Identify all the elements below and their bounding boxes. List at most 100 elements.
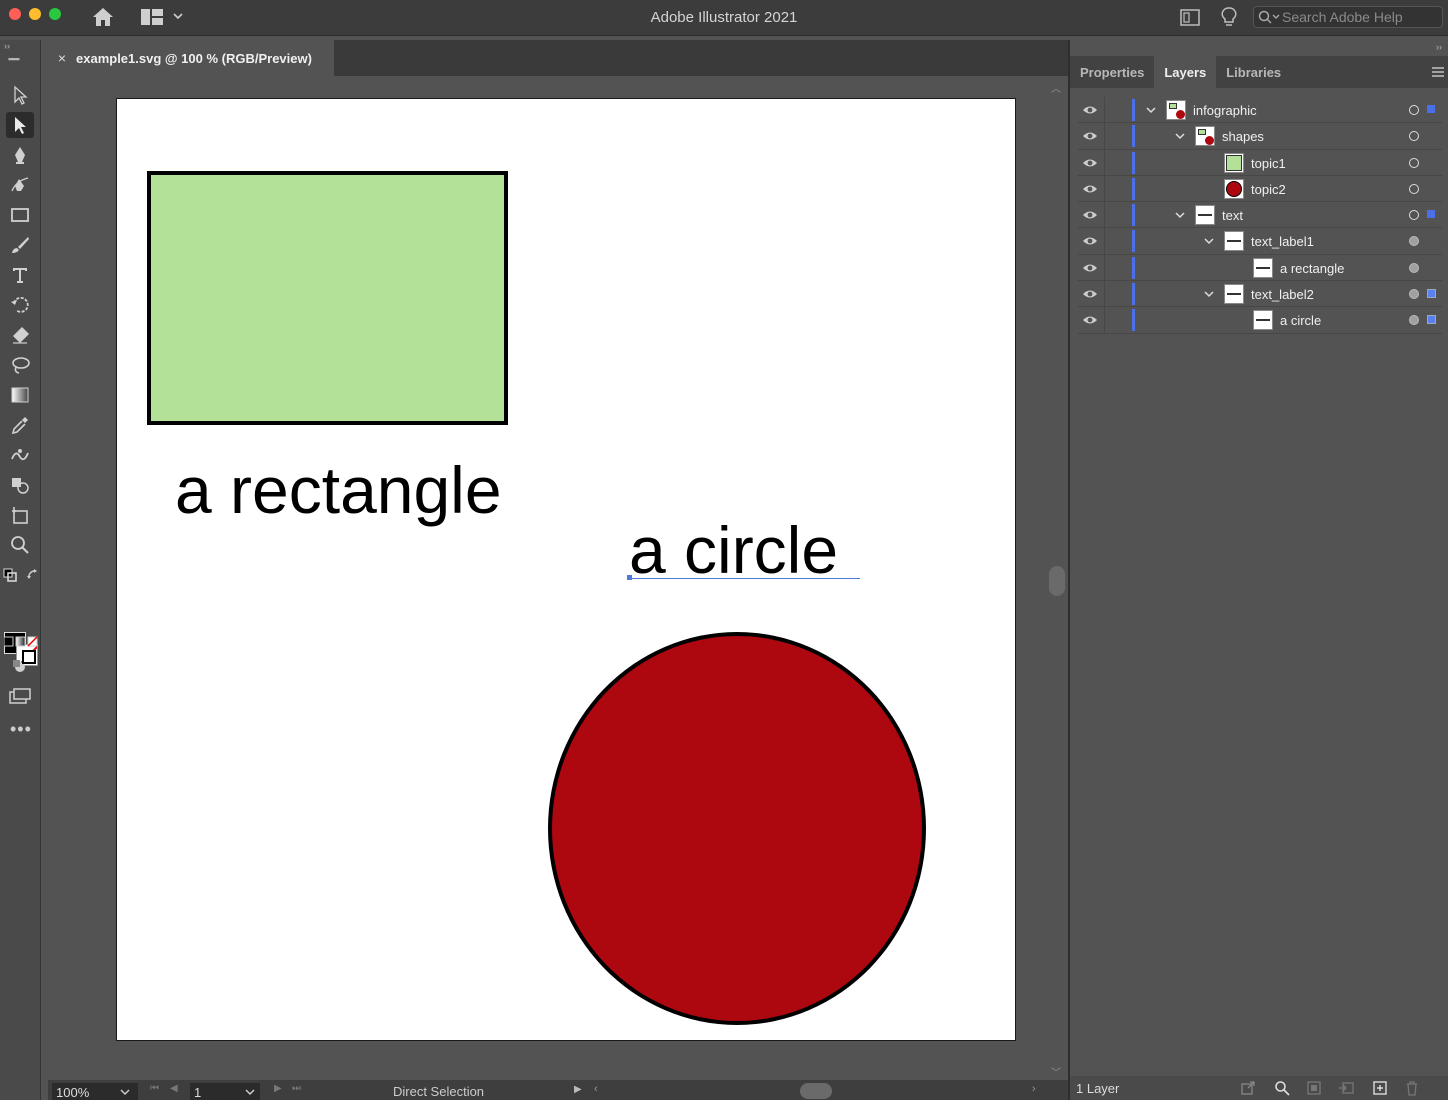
arrange-documents-icon[interactable] (1180, 9, 1200, 26)
direct-selection-tool[interactable] (6, 112, 34, 138)
workspace-switcher-icon[interactable] (141, 9, 163, 25)
layer-name[interactable]: a circle (1280, 313, 1321, 328)
scroll-left-icon[interactable]: ‹ (594, 1083, 598, 1095)
panel-menu-icon[interactable] (1432, 66, 1444, 78)
first-artboard-icon[interactable]: ⏮ (150, 1083, 159, 1094)
zoom-tool[interactable] (6, 532, 34, 558)
screen-mode-icon[interactable] (9, 688, 31, 704)
chevron-down-icon[interactable] (245, 1087, 255, 1097)
target-circle-icon[interactable] (1409, 105, 1419, 115)
visibility-eye-icon[interactable] (1082, 314, 1098, 326)
create-new-layer-icon[interactable] (1372, 1080, 1388, 1096)
scroll-down-icon[interactable]: ﹀ (1051, 1064, 1061, 1079)
topic2-circle[interactable] (548, 632, 926, 1025)
expand-chevron-icon[interactable] (1146, 105, 1156, 115)
status-menu-arrow-icon[interactable]: ▶ (574, 1084, 582, 1095)
visibility-eye-icon[interactable] (1082, 262, 1098, 274)
target-circle-icon[interactable] (1409, 289, 1419, 300)
eyedropper-tool[interactable] (6, 412, 34, 438)
selection-indicator[interactable] (1427, 210, 1435, 219)
collapse-panel-icon[interactable]: ›› (4, 41, 10, 51)
expand-chevron-icon[interactable] (1204, 289, 1214, 299)
layer-name[interactable]: text (1222, 208, 1243, 223)
lock-toggle-cell[interactable] (1104, 123, 1105, 149)
zoom-window-button[interactable] (49, 8, 61, 20)
layer-row[interactable]: shapes (1078, 123, 1442, 150)
topic1-rectangle[interactable] (147, 171, 508, 425)
lock-toggle-cell[interactable] (1104, 175, 1105, 202)
discover-lightbulb-icon[interactable] (1221, 7, 1237, 28)
close-tab-icon[interactable]: × (48, 50, 76, 66)
close-window-button[interactable] (9, 8, 21, 20)
target-circle-icon[interactable] (1409, 262, 1419, 273)
create-sublayer-icon[interactable] (1338, 1080, 1354, 1096)
lock-toggle-cell[interactable] (1104, 97, 1105, 123)
layer-row[interactable]: infographic (1078, 97, 1442, 124)
eraser-tool[interactable] (6, 322, 34, 348)
puppet-warp-tool[interactable] (6, 442, 34, 468)
layer-name[interactable]: topic1 (1251, 156, 1286, 171)
vertical-scrollbar[interactable]: ︿ ﹀ (1046, 76, 1068, 1080)
layer-name[interactable]: topic2 (1251, 182, 1286, 197)
layer-row[interactable]: a rectangle (1078, 254, 1442, 282)
artboard-tool[interactable] (6, 502, 34, 528)
target-circle-icon[interactable] (1409, 157, 1419, 168)
layer-row[interactable]: text (1078, 202, 1442, 229)
type-tool[interactable] (6, 262, 34, 288)
next-artboard-icon[interactable]: ▶ (274, 1083, 282, 1094)
selection-indicator[interactable] (1427, 315, 1436, 325)
document-tab[interactable]: × example1.svg @ 100 % (RGB/Preview) (48, 40, 334, 76)
visibility-eye-icon[interactable] (1082, 288, 1098, 300)
panel-grip-icon[interactable]: ▪▪▪▪▪ (8, 54, 20, 64)
chevron-down-icon[interactable] (172, 10, 184, 22)
layer-name[interactable]: a rectangle (1280, 261, 1344, 276)
layer-name[interactable]: text_label1 (1251, 234, 1314, 249)
visibility-eye-icon[interactable] (1082, 104, 1098, 116)
selection-indicator[interactable] (1427, 105, 1435, 113)
text-anchor-point[interactable] (627, 575, 632, 580)
text-label-circle[interactable]: a circle (629, 517, 838, 583)
collapse-dock-icon[interactable]: ›› (1436, 42, 1442, 52)
edit-toolbar-ellipsis-icon[interactable]: ••• (10, 720, 32, 738)
text-label-rectangle[interactable]: a rectangle (175, 457, 502, 523)
layer-row[interactable]: topic2 (1078, 175, 1442, 203)
lock-toggle-cell[interactable] (1104, 202, 1105, 228)
visibility-eye-icon[interactable] (1082, 209, 1098, 221)
paintbrush-tool[interactable] (6, 232, 34, 258)
gradient-tool[interactable] (6, 382, 34, 408)
layer-name[interactable]: text_label2 (1251, 287, 1314, 302)
visibility-eye-icon[interactable] (1082, 183, 1098, 195)
make-clipping-mask-icon[interactable] (1306, 1080, 1322, 1096)
expand-chevron-icon[interactable] (1175, 210, 1185, 220)
delete-layer-icon[interactable] (1404, 1080, 1420, 1096)
tab-libraries[interactable]: Libraries (1216, 56, 1291, 88)
color-mode-buttons-icon[interactable] (4, 636, 38, 648)
curvature-tool[interactable] (6, 172, 34, 198)
minimize-window-button[interactable] (29, 8, 41, 20)
chevron-down-icon[interactable] (120, 1087, 130, 1097)
layer-name[interactable]: shapes (1222, 129, 1264, 144)
artboard[interactable]: a rectangle a circle (116, 98, 1016, 1041)
last-artboard-icon[interactable]: ⏭ (292, 1083, 301, 1094)
layer-row[interactable]: a circle (1078, 307, 1442, 334)
target-circle-icon[interactable] (1409, 315, 1419, 326)
layer-row[interactable]: topic1 (1078, 149, 1442, 176)
help-search-box[interactable] (1253, 6, 1443, 28)
lock-toggle-cell[interactable] (1104, 228, 1105, 254)
lock-toggle-cell[interactable] (1104, 149, 1105, 175)
expand-chevron-icon[interactable] (1204, 236, 1214, 246)
rotate-tool[interactable] (6, 292, 34, 318)
default-fill-stroke-icon[interactable] (3, 568, 17, 582)
export-for-screens-icon[interactable] (1240, 1080, 1256, 1096)
lock-toggle-cell[interactable] (1104, 254, 1105, 281)
layer-row[interactable]: text_label1 (1078, 228, 1442, 255)
layer-row[interactable]: text_label2 (1078, 281, 1442, 308)
visibility-eye-icon[interactable] (1082, 235, 1098, 247)
locate-object-icon[interactable] (1274, 1080, 1290, 1096)
target-circle-icon[interactable] (1409, 131, 1419, 142)
visibility-eye-icon[interactable] (1082, 157, 1098, 169)
target-circle-icon[interactable] (1409, 210, 1419, 221)
lasso-tool[interactable] (6, 352, 34, 378)
swap-fill-stroke-icon[interactable] (26, 568, 40, 582)
target-circle-icon[interactable] (1409, 183, 1419, 194)
